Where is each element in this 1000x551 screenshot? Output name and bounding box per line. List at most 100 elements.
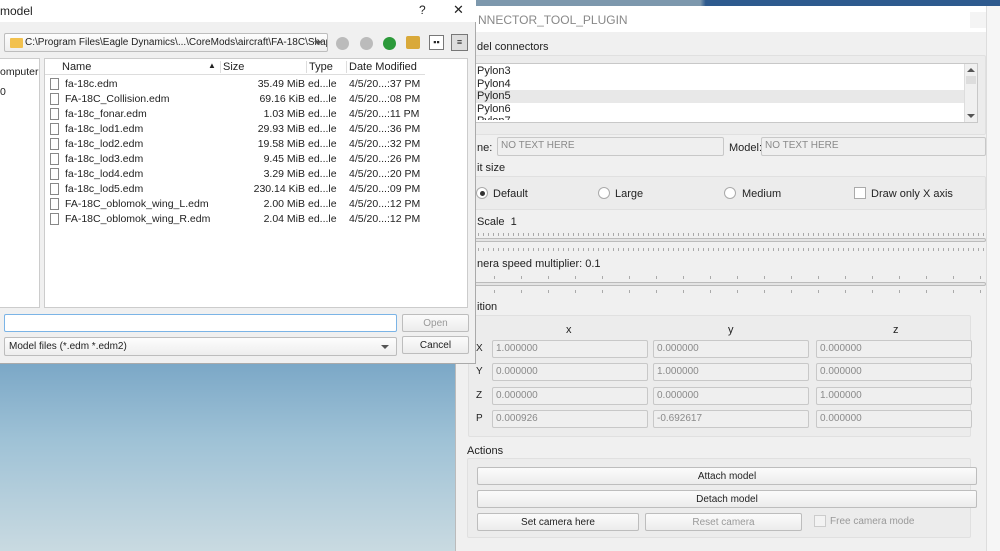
z-x-field[interactable]: 0.000000 [492, 387, 648, 405]
open-button[interactable]: Open [402, 314, 469, 332]
file-row[interactable]: fa-18c_lod3.edm 9.45 MiB ed...le 4/5/20.… [45, 152, 465, 167]
radio-large[interactable] [598, 187, 610, 199]
help-button[interactable]: ? [419, 3, 426, 17]
connector-item[interactable]: Pylon3 [474, 65, 964, 78]
file-list-header: Name ▲ Size Type Date Modified [45, 59, 425, 75]
header-type[interactable]: Type [306, 61, 333, 73]
draw-only-x-checkbox[interactable] [854, 187, 866, 199]
file-icon [50, 153, 59, 165]
sidebar-item-drive[interactable]: 0 [0, 86, 6, 101]
sidebar-item-computer[interactable]: omputer [0, 66, 39, 81]
file-date: 4/5/20...:08 PM [349, 93, 421, 105]
file-size: 19.58 MiB [257, 138, 305, 150]
connector-item[interactable]: Pylon4 [474, 78, 964, 91]
header-name[interactable]: Name [62, 61, 91, 73]
file-date: 4/5/20...:11 PM [349, 108, 420, 120]
cancel-button[interactable]: Cancel [402, 336, 469, 354]
file-type: ed...le [308, 198, 337, 210]
file-row[interactable]: FA-18C_Collision.edm 69.16 KiB ed...le 4… [45, 92, 465, 107]
file-type: ed...le [308, 93, 337, 105]
x-y-field[interactable]: 0.000000 [653, 340, 809, 358]
z-z-field[interactable]: 1.000000 [816, 387, 972, 405]
parent-directory-icon[interactable] [383, 37, 396, 50]
axis-scale-label: Scale 1 [477, 216, 517, 228]
scroll-up-icon[interactable] [967, 68, 975, 72]
window-scrollbar[interactable] [986, 6, 1000, 551]
open-model-dialog: model ? ✕ C:\Program Files\Eagle Dynamic… [0, 0, 476, 364]
axis-scale-slider[interactable] [473, 238, 986, 242]
file-type: ed...le [308, 123, 337, 135]
name-field[interactable]: NO TEXT HERE [497, 137, 724, 156]
forward-icon[interactable] [360, 37, 373, 50]
file-row[interactable]: fa-18c_lod5.edm 230.14 KiB ed...le 4/5/2… [45, 182, 465, 197]
connector-item[interactable]: Pylon6 [474, 103, 964, 116]
back-icon[interactable] [336, 37, 349, 50]
free-camera-checkbox[interactable] [814, 515, 826, 527]
header-size[interactable]: Size [220, 61, 244, 73]
set-camera-button[interactable]: Set camera here [477, 513, 639, 531]
detach-model-button[interactable]: Detach model [477, 490, 977, 508]
p-y-field[interactable]: -0.692617 [653, 410, 809, 428]
file-icon [50, 78, 59, 90]
y-z-field[interactable]: 0.000000 [816, 363, 972, 381]
y-y-field[interactable]: 1.000000 [653, 363, 809, 381]
filename-input[interactable] [4, 314, 397, 332]
file-row[interactable]: fa-18c_fonar.edm 1.03 MiB ed...le 4/5/20… [45, 107, 465, 122]
list-scrollbar[interactable] [964, 64, 977, 122]
model-field[interactable]: NO TEXT HERE [761, 137, 986, 156]
header-date[interactable]: Date Modified [346, 61, 417, 73]
file-type: ed...le [308, 183, 337, 195]
file-icon [50, 168, 59, 180]
attach-model-button[interactable]: Attach model [477, 467, 977, 485]
p-x-field[interactable]: 0.000926 [492, 410, 648, 428]
z-y-field[interactable]: 0.000000 [653, 387, 809, 405]
file-row[interactable]: fa-18c_lod4.edm 3.29 MiB ed...le 4/5/20.… [45, 167, 465, 182]
file-list[interactable]: Name ▲ Size Type Date Modified fa-18c.ed… [44, 58, 468, 308]
close-button[interactable]: ✕ [453, 2, 464, 18]
file-type-filter[interactable]: Model files (*.edm *.edm2) [4, 337, 397, 356]
y-x-field[interactable]: 0.000000 [492, 363, 648, 381]
detail-view-icon[interactable]: ≡ [451, 34, 468, 51]
radio-default-label: Default [493, 188, 528, 200]
sort-ascending-icon: ▲ [208, 61, 216, 70]
col-x: x [566, 324, 572, 336]
p-z-field[interactable]: 0.000000 [816, 410, 972, 428]
close-button[interactable] [970, 12, 986, 28]
file-row[interactable]: fa-18c.edm 35.49 MiB ed...le 4/5/20...:3… [45, 77, 465, 92]
actions-label: Actions [467, 445, 504, 457]
file-row[interactable]: FA-18C_oblomok_wing_L.edm 2.00 MiB ed...… [45, 197, 465, 212]
radio-default[interactable] [476, 187, 488, 199]
camera-speed-slider[interactable] [473, 282, 986, 286]
path-text: C:\Program Files\Eagle Dynamics\...\Core… [25, 37, 328, 48]
file-date: 4/5/20...:32 PM [349, 138, 421, 150]
window-title: NNECTOR_TOOL_PLUGIN [456, 6, 1000, 32]
radio-medium[interactable] [724, 187, 736, 199]
file-row[interactable]: fa-18c_lod1.edm 29.93 MiB ed...le 4/5/20… [45, 122, 465, 137]
file-row[interactable]: fa-18c_lod2.edm 19.58 MiB ed...le 4/5/20… [45, 137, 465, 152]
row-label-p: P [476, 413, 483, 424]
file-date: 4/5/20...:20 PM [349, 168, 421, 180]
reset-camera-button[interactable]: Reset camera [645, 513, 802, 531]
x-x-field[interactable]: 1.000000 [492, 340, 648, 358]
file-size: 9.45 MiB [263, 153, 305, 165]
file-name: fa-18c_lod3.edm [65, 153, 144, 165]
col-y: y [728, 324, 734, 336]
file-size: 2.00 MiB [263, 198, 305, 210]
file-size: 2.04 MiB [263, 213, 305, 225]
list-view-icon[interactable]: ▪▪ [429, 35, 444, 50]
connectors-list[interactable]: Pylon3Pylon4Pylon5Pylon6Pylon7 [473, 63, 978, 123]
new-folder-icon[interactable] [406, 36, 420, 49]
path-combo[interactable]: C:\Program Files\Eagle Dynamics\...\Core… [4, 33, 328, 52]
position-label: ition [477, 301, 498, 313]
connector-item[interactable]: Pylon7 [474, 115, 964, 120]
radio-medium-label: Medium [742, 188, 782, 200]
x-z-field[interactable]: 0.000000 [816, 340, 972, 358]
scroll-thumb[interactable] [966, 76, 976, 84]
connector-tool-window: NNECTOR_TOOL_PLUGIN del connectors Pylon… [455, 6, 1000, 551]
file-row[interactable]: FA-18C_oblomok_wing_R.edm 2.04 MiB ed...… [45, 212, 465, 227]
file-name: fa-18c_lod2.edm [65, 138, 144, 150]
file-name: fa-18c_lod5.edm [65, 183, 144, 195]
free-camera-label: Free camera mode [830, 516, 915, 527]
scroll-down-icon[interactable] [967, 114, 975, 118]
connector-item[interactable]: Pylon5 [474, 90, 964, 103]
